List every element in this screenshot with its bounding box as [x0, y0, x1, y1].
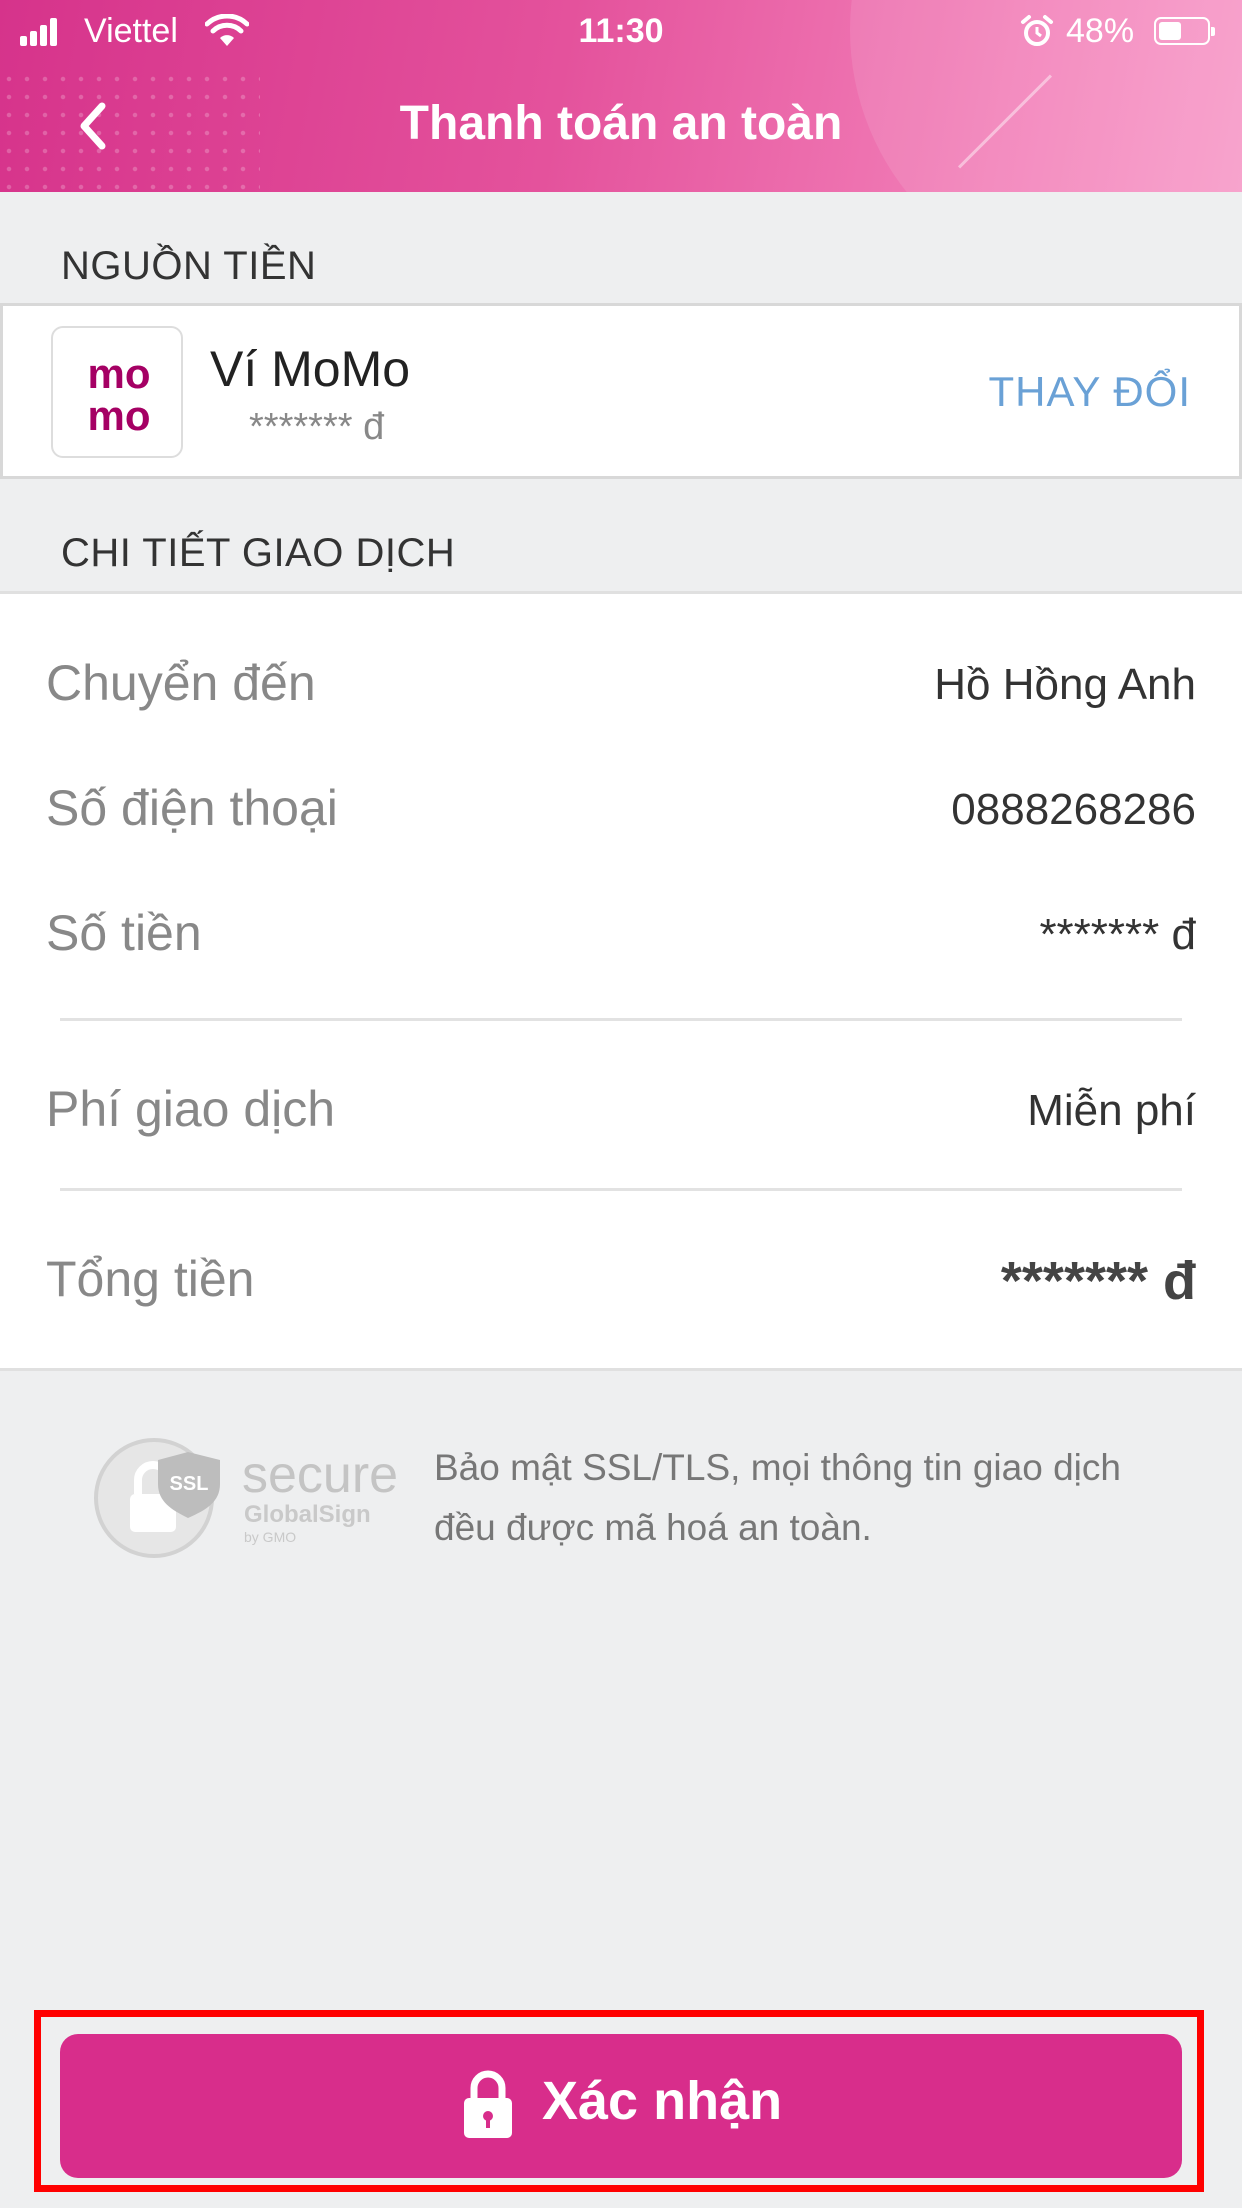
detail-label: Phí giao dịch — [46, 1081, 336, 1137]
lock-icon — [464, 2070, 512, 2138]
source-section-title: NGUỒN TIỀN — [61, 244, 317, 288]
detail-row-total: Tổng tiền ******* đ — [0, 1250, 1242, 1330]
details-section-title: CHI TIẾT GIAO DỊCH — [61, 531, 456, 575]
secure-label: secure — [242, 1446, 398, 1504]
confirm-button[interactable]: Xác nhận — [60, 2034, 1182, 2178]
ssl-secure-badge: SSL secure GlobalSign by GMO — [94, 1438, 398, 1558]
detail-label: Tổng tiền — [46, 1251, 255, 1307]
detail-label: Số điện thoại — [46, 780, 338, 836]
detail-value: 0888268286 — [951, 785, 1196, 834]
divider — [60, 1188, 1182, 1191]
security-note: Bảo mật SSL/TLS, mọi thông tin giao dịch… — [434, 1447, 1121, 1548]
gmo-label: by GMO — [244, 1529, 296, 1545]
status-bar: Viettel 11:30 48% — [0, 0, 1242, 62]
detail-value: Miễn phí — [1027, 1086, 1196, 1135]
detail-label: Số tiền — [46, 905, 202, 961]
battery-percent: 48% — [1066, 12, 1135, 50]
detail-row-fee: Phí giao dịch Miễn phí — [0, 1080, 1242, 1160]
detail-row-amount: Số tiền ******* đ — [0, 904, 1242, 984]
momo-logo: mo mo — [51, 326, 183, 458]
total-value: ******* đ — [1000, 1251, 1196, 1311]
detail-row-recipient: Chuyển đến Hồ Hồng Anh — [0, 654, 1242, 734]
detail-row-phone: Số điện thoại 0888268286 — [0, 779, 1242, 859]
confirm-label: Xác nhận — [542, 2071, 783, 2131]
ssl-label: SSL — [170, 1473, 209, 1495]
status-time: 11:30 — [578, 12, 664, 50]
wallet-balance: ******* đ — [249, 406, 385, 448]
page-title: Thanh toán an toàn — [399, 97, 843, 150]
change-source-button[interactable]: THAY ĐỔI — [989, 368, 1191, 416]
wallet-name: Ví MoMo — [210, 341, 411, 397]
detail-label: Chuyển đến — [46, 655, 316, 711]
alarm-icon — [1021, 15, 1053, 46]
divider — [60, 1018, 1182, 1021]
detail-value: ******* đ — [1039, 910, 1196, 959]
app-header: Viettel 11:30 48% Thanh toán an toàn — [0, 0, 1242, 192]
svg-text:mo: mo — [88, 392, 151, 436]
detail-value: Hồ Hồng Anh — [934, 660, 1196, 709]
transaction-details-card: Chuyển đến Hồ Hồng Anh Số điện thoại 088… — [0, 591, 1242, 1371]
globalsign-label: GlobalSign — [244, 1501, 371, 1528]
payment-source-card[interactable]: mo mo Ví MoMo ******* đ THAY ĐỔI — [0, 303, 1242, 479]
svg-text:mo: mo — [88, 352, 151, 397]
battery-icon — [1154, 17, 1215, 45]
